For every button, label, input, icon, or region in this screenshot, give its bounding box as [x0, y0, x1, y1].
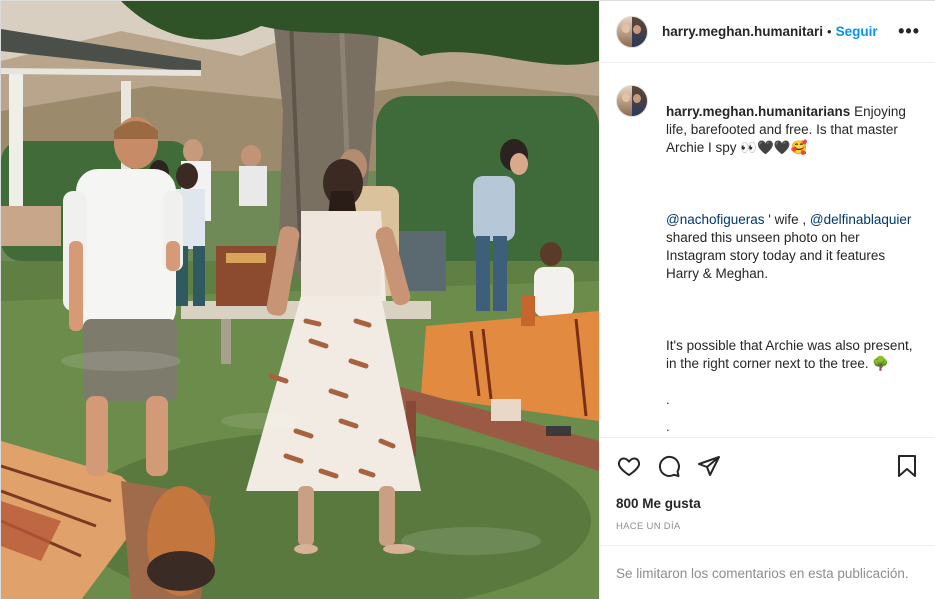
caption-row: harry.meghan.humanitarians Enjoying life…	[616, 85, 920, 391]
caption-area: harry.meghan.humanitarians Enjoying life…	[600, 63, 935, 437]
avatar[interactable]	[616, 15, 648, 48]
header-username[interactable]: harry.meghan.humanitari	[662, 24, 823, 39]
caption-paragraph-1: harry.meghan.humanitarians Enjoying life…	[666, 103, 920, 157]
post-photo[interactable]	[1, 1, 599, 599]
mention-link[interactable]: @delfinablaquier	[810, 212, 912, 227]
comments-disabled-notice: Se limitaron los comentarios en esta pub…	[600, 545, 935, 599]
caption-paragraph-2: @nachofigueras ' wife , @delfinablaquier…	[666, 211, 920, 283]
caption-line-2: shared this unseen photo on her Instagra…	[666, 230, 886, 281]
share-icon[interactable]	[696, 453, 722, 479]
mention-link[interactable]: @nachofigueras	[666, 212, 765, 227]
avatar[interactable]	[616, 85, 648, 117]
header-separator: •	[827, 24, 832, 39]
caption-mid: ' wife ,	[764, 212, 810, 227]
caption-dot: .	[666, 419, 670, 434]
likes-count[interactable]: 800 Me gusta	[600, 493, 935, 515]
heart-icon[interactable]	[616, 453, 642, 479]
follow-button[interactable]: Seguir	[836, 24, 878, 39]
action-bar	[600, 437, 935, 493]
post-header: harry.meghan.humanitari • Seguir •••	[600, 1, 935, 63]
post-side-panel: harry.meghan.humanitari • Seguir ••• har…	[599, 1, 935, 599]
instagram-post: harry.meghan.humanitari • Seguir ••• har…	[0, 0, 935, 599]
garden-party-photo	[1, 1, 599, 599]
caption-dots: . . . . .	[666, 391, 920, 437]
caption-dot: .	[666, 392, 670, 407]
bookmark-icon[interactable]	[894, 453, 920, 479]
caption-text: harry.meghan.humanitarians Enjoying life…	[666, 85, 920, 391]
more-icon[interactable]: •••	[898, 21, 920, 42]
post-timestamp[interactable]: HACE UN DÍA	[600, 515, 935, 545]
caption-username[interactable]: harry.meghan.humanitarians	[666, 104, 850, 119]
comment-icon[interactable]	[656, 453, 682, 479]
caption-line-3: It's possible that Archie was also prese…	[666, 338, 913, 371]
